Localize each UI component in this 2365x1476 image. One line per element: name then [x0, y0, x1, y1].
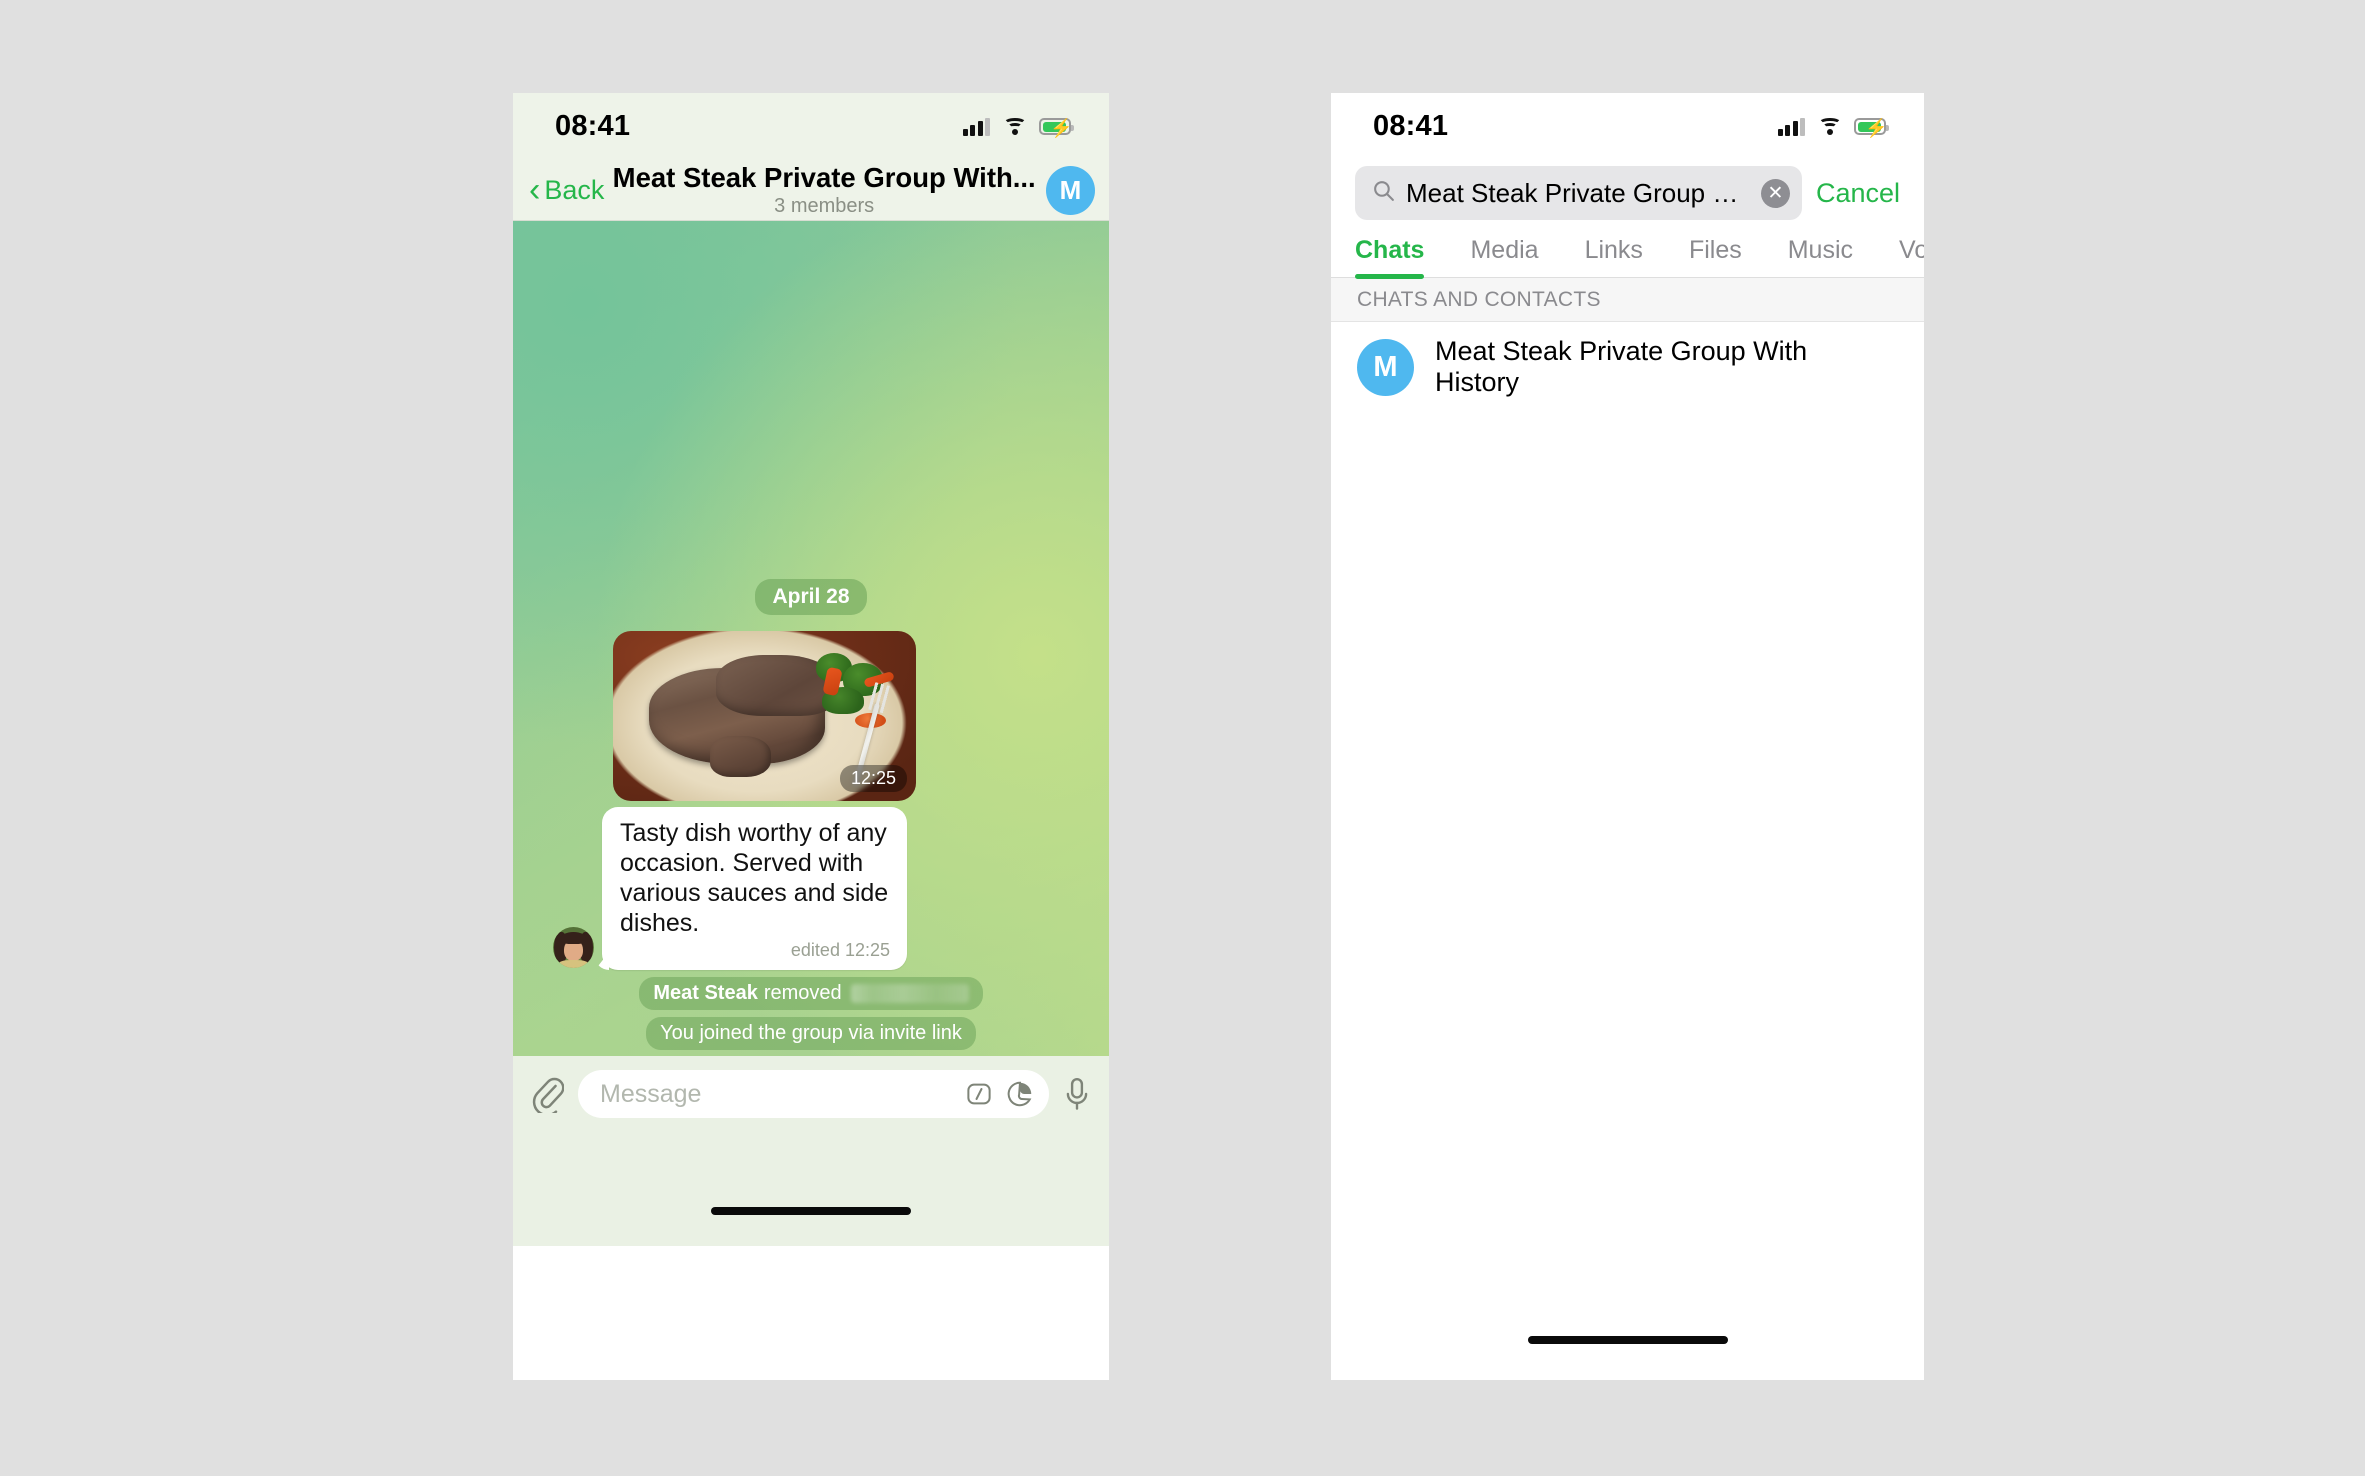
service-message-removed: Meat Steak removed [639, 977, 983, 1010]
photo-message[interactable]: 12:25 [613, 631, 916, 801]
search-bar: Meat Steak Private Group Wit... ✕ Cancel [1331, 160, 1924, 220]
date-separator-row: April 28 [513, 579, 1109, 615]
status-bar: 08:41 ⚡ [513, 93, 1109, 160]
slash-command-icon[interactable] [964, 1079, 994, 1109]
service-message-joined: You joined the group via invite link [646, 1017, 976, 1050]
message-input-placeholder: Message [600, 1079, 702, 1108]
signal-icon [962, 117, 990, 136]
chat-title-block[interactable]: Meat Steak Private Group With... 3 membe… [604, 162, 1046, 218]
result-avatar: M [1357, 338, 1414, 396]
date-separator: April 28 [755, 579, 867, 615]
chat-members-count: 3 members [774, 195, 875, 217]
home-indicator[interactable] [711, 1207, 911, 1215]
redacted-member-name [850, 984, 969, 1003]
service-message-joined-row: You joined the group via invite link [513, 1017, 1109, 1050]
clear-search-icon[interactable]: ✕ [1760, 178, 1790, 208]
signal-icon [1777, 117, 1805, 136]
service-action-label: removed [763, 982, 842, 1004]
chat-avatar[interactable]: M [1046, 165, 1095, 215]
tab-files[interactable]: Files [1689, 236, 1742, 277]
wifi-icon [1818, 118, 1841, 135]
message-input-field[interactable]: Message [578, 1070, 1049, 1118]
home-indicator-area-left [513, 1176, 1109, 1246]
result-name: Meat Steak Private Group With History [1435, 336, 1808, 397]
sender-avatar[interactable] [553, 927, 594, 968]
section-header-chats-and-contacts: CHATS AND CONTACTS [1331, 278, 1924, 322]
text-message-row: Tasty dish worthy of any occasion. Serve… [513, 807, 1109, 970]
status-icons-right: ⚡ [1777, 117, 1889, 138]
tab-links[interactable]: Links [1585, 236, 1643, 277]
search-results-list: M Meat Steak Private Group With History [1331, 322, 1924, 412]
text-message-content: Tasty dish worthy of any occasion. Serve… [620, 819, 889, 937]
paperclip-icon[interactable] [531, 1075, 564, 1113]
screenshot-stage: 08:41 ⚡ ‹ Back Meat Steak Private Group … [0, 0, 2365, 1476]
text-message-meta: edited 12:25 [790, 940, 890, 960]
tab-media[interactable]: Media [1470, 236, 1538, 277]
search-filter-tabs: Chats Media Links Files Music Voice [1331, 220, 1924, 279]
right-phone-search-screen: 08:41 ⚡ Meat Steak Private Group Wit... … [1331, 93, 1924, 1380]
chat-title: Meat Steak Private Group With... [612, 162, 1036, 193]
text-message-bubble[interactable]: Tasty dish worthy of any occasion. Serve… [602, 807, 907, 970]
sticker-icon[interactable] [1005, 1079, 1035, 1109]
battery-charging-icon: ⚡ [1854, 118, 1889, 138]
home-indicator-area-right [1331, 1300, 1924, 1380]
wifi-icon [1003, 118, 1026, 135]
chevron-left-icon: ‹ [529, 171, 541, 209]
tab-voice[interactable]: Voice [1899, 236, 1924, 277]
photo-message-row: 12:25 [513, 631, 1109, 801]
back-button[interactable]: ‹ Back [529, 171, 605, 209]
chat-message-list[interactable]: April 28 12:25 Tasty dish worthy of any … [513, 221, 1109, 1056]
status-icons: ⚡ [962, 117, 1074, 138]
search-icon [1371, 178, 1396, 208]
list-item[interactable]: M Meat Steak Private Group With History [1331, 322, 1924, 412]
photo-message-time: 12:25 [839, 765, 907, 792]
search-input[interactable]: Meat Steak Private Group Wit... ✕ [1355, 166, 1802, 220]
status-bar-right: 08:41 ⚡ [1331, 93, 1924, 160]
left-phone-chat-screen: 08:41 ⚡ ‹ Back Meat Steak Private Group … [513, 93, 1109, 1380]
message-input-bar: Message [513, 1056, 1109, 1176]
service-actor-name: Meat Steak [653, 982, 758, 1004]
back-button-label: Back [544, 174, 605, 205]
home-indicator[interactable] [1527, 1336, 1728, 1344]
tab-chats[interactable]: Chats [1355, 236, 1425, 279]
search-input-value: Meat Steak Private Group Wit... [1406, 177, 1751, 208]
microphone-icon[interactable] [1063, 1076, 1091, 1116]
service-message-removed-row: Meat Steak removed [513, 977, 1109, 1010]
empty-results-area [1331, 412, 1924, 1300]
battery-charging-icon: ⚡ [1039, 118, 1074, 138]
status-time-right: 08:41 [1373, 110, 1449, 142]
status-time: 08:41 [555, 110, 631, 142]
cancel-search-button[interactable]: Cancel [1816, 178, 1900, 209]
tab-music[interactable]: Music [1788, 236, 1853, 277]
chat-header: ‹ Back Meat Steak Private Group With... … [513, 160, 1109, 221]
